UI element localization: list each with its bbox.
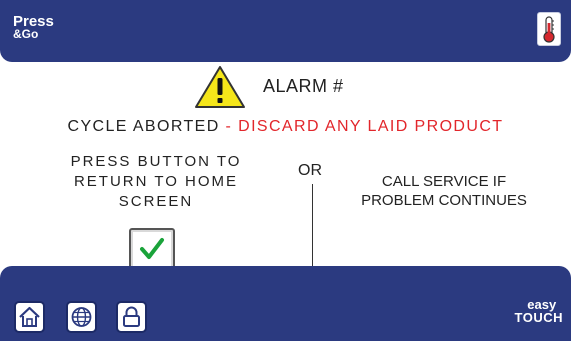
- instruction-line: PROBLEM CONTINUES: [361, 192, 527, 209]
- checkmark-icon: [140, 238, 164, 259]
- thermometer-icon: [543, 16, 555, 43]
- brand-logo: Press &Go: [13, 14, 54, 41]
- or-label: OR: [298, 162, 322, 179]
- language-button[interactable]: [66, 301, 97, 333]
- confirm-button[interactable]: [129, 228, 175, 270]
- lock-icon: [123, 306, 140, 327]
- easytouch-logo: easy TOUCH: [515, 298, 563, 324]
- cycle-aborted-text: CYCLE ABORTED: [67, 118, 220, 135]
- lock-button[interactable]: [116, 301, 147, 333]
- instruction-line: PRESS BUTTON TO: [70, 153, 242, 170]
- logo-line-2: TOUCH: [514, 310, 563, 325]
- instruction-line: CALL SERVICE IF: [381, 173, 507, 190]
- thermometer-button[interactable]: [537, 12, 561, 46]
- message-separator: -: [219, 118, 239, 135]
- instruction-line: RETURN TO HOME: [73, 173, 239, 190]
- header-bar: Press &Go: [0, 0, 571, 62]
- instruction-line: SCREEN: [118, 193, 194, 210]
- warning-icon: [195, 66, 245, 108]
- discard-product-text: DISCARD ANY LAID PRODUCT: [238, 118, 504, 135]
- alarm-title: ALARM #: [263, 76, 344, 96]
- home-button[interactable]: [14, 301, 45, 333]
- home-icon: [19, 306, 40, 327]
- globe-icon: [71, 307, 92, 327]
- call-service-instructions: CALL SERVICE IF PROBLEM CONTINUES: [324, 172, 564, 210]
- return-home-instructions: PRESS BUTTON TO RETURN TO HOME SCREEN: [36, 152, 276, 212]
- abort-message: CYCLE ABORTED - DISCARD ANY LAID PRODUCT: [0, 118, 571, 136]
